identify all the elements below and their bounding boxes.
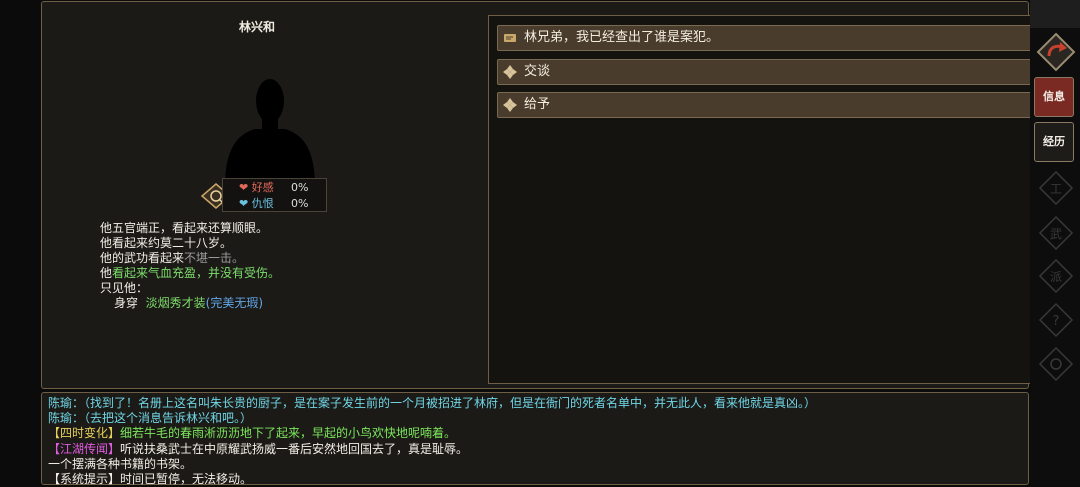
dialog-options: 林兄弟，我已经查出了谁是案犯。 交谈 给予 bbox=[488, 15, 1063, 384]
log-line: 陈瑜：（找到了！名册上这名叫朱长贵的厨子，是在案子发生前的一个月被招进了林府，但… bbox=[48, 396, 817, 410]
hatred-row: ❤ 仇恨 0% bbox=[239, 196, 308, 212]
desc-line: 他看起来气血充盈，并没有受伤。 bbox=[100, 266, 280, 281]
relation-box: ❤ 好感 0% ❤ 仇恨 0% bbox=[222, 178, 327, 212]
help-icon: ? bbox=[1038, 302, 1074, 338]
heart-red-icon: ❤ bbox=[239, 181, 249, 194]
character-description: 他五官端正，看起来还算顺眼。 他看起来约莫二十八岁。 他的武功看起来不堪一击。 … bbox=[100, 221, 280, 311]
option-label: 林兄弟，我已经查出了谁是案犯。 bbox=[524, 30, 720, 45]
diamond-icon bbox=[503, 98, 517, 112]
martial-tab-icon: 武 bbox=[1038, 215, 1074, 251]
sidebar-top-strip bbox=[1030, 0, 1080, 28]
option-give[interactable]: 给予 bbox=[497, 92, 1055, 118]
option-label: 交谈 bbox=[524, 64, 551, 79]
heart-blue-icon: ❤ bbox=[239, 197, 249, 210]
option-report-culprit[interactable]: 林兄弟，我已经查出了谁是案犯。 bbox=[497, 25, 1055, 51]
settings-icon bbox=[1038, 346, 1074, 382]
character-panel: 林兴和 ❤ 好感 0% ❤ 仇恨 0% 他五官端正，看起来还算顺眼。 他看起来约… bbox=[41, 1, 1063, 389]
log-text: 听说扶桑武士在中原耀武扬威一番后安然地回国去了，真是耻辱。 bbox=[120, 441, 469, 456]
svg-text:派: 派 bbox=[1050, 270, 1062, 284]
close-return-icon[interactable] bbox=[1036, 32, 1076, 72]
health-status: 看起来气血充盈，并没有受伤。 bbox=[112, 266, 281, 280]
quest-scroll-icon bbox=[504, 34, 516, 42]
martial-level: 不堪一击。 bbox=[184, 251, 245, 265]
log-text: 细若牛毛的春雨淅沥沥地下了起来，早起的小鸟欢快地呢喃着。 bbox=[120, 426, 457, 441]
wear-quality: (完美无瑕) bbox=[205, 296, 264, 310]
desc-line: 他五官端正，看起来还算顺眼。 bbox=[100, 221, 269, 235]
sect-tab-icon: 派 bbox=[1038, 258, 1074, 294]
desc-line: 他看起来约莫二十八岁。 bbox=[100, 236, 233, 250]
svg-text:?: ? bbox=[1053, 314, 1060, 329]
character-name: 林兴和 bbox=[238, 20, 275, 34]
desc-line: 他的武功看起来不堪一击。 bbox=[100, 251, 280, 266]
wear-item[interactable]: 淡烟秀才装 bbox=[146, 296, 206, 310]
log-line: 【江湖传闻】听说扶桑武士在中原耀武扬威一番后安然地回国去了，真是耻辱。 bbox=[48, 442, 816, 457]
character-portrait bbox=[225, 79, 315, 187]
goodwill-value: 0% bbox=[291, 181, 309, 194]
desc-line: 只见他： bbox=[100, 281, 149, 295]
right-sidebar: 信息 经历 工 武 派 ? bbox=[1030, 0, 1080, 486]
hatred-value: 0% bbox=[291, 197, 309, 210]
svg-text:武: 武 bbox=[1050, 227, 1062, 241]
message-log-panel[interactable]: 陈瑜：（找到了！名册上这名叫朱长贵的厨子，是在案子发生前的一个月被招进了林府，但… bbox=[41, 392, 1029, 487]
option-label: 给予 bbox=[524, 97, 551, 112]
message-log: 陈瑜：（找到了！名册上这名叫朱长贵的厨子，是在案子发生前的一个月被招进了林府，但… bbox=[48, 396, 816, 487]
log-line: 【系统提示】时间已暂停，无法移动。 bbox=[48, 472, 253, 487]
goodwill-label: 好感 bbox=[251, 181, 274, 194]
desc-prefix: 他 bbox=[100, 266, 113, 280]
tab-experience[interactable]: 经历 bbox=[1034, 122, 1074, 162]
log-tag: 【江湖传闻】 bbox=[48, 441, 121, 456]
work-tab-icon: 工 bbox=[1038, 170, 1074, 206]
hatred-label: 仇恨 bbox=[251, 197, 274, 210]
wear-line: 身穿 淡烟秀才装(完美无瑕) bbox=[100, 296, 280, 311]
option-talk[interactable]: 交谈 bbox=[497, 59, 1055, 85]
log-tag: 【四时变化】 bbox=[48, 426, 121, 441]
log-line: 一个摆满各种书籍的书架。 bbox=[48, 456, 193, 471]
tab-info[interactable]: 信息 bbox=[1034, 77, 1074, 117]
wear-label: 身穿 bbox=[114, 296, 139, 310]
diamond-icon bbox=[503, 65, 517, 79]
log-line: 【四时变化】细若牛毛的春雨淅沥沥地下了起来，早起的小鸟欢快地呢喃着。 bbox=[48, 426, 816, 441]
svg-text:工: 工 bbox=[1050, 182, 1062, 196]
goodwill-row: ❤ 好感 0% bbox=[239, 180, 308, 196]
desc-prefix: 他的武功看起来 bbox=[100, 251, 185, 265]
log-line: 陈瑜：（去把这个消息告诉林兴和吧。） bbox=[48, 411, 253, 426]
